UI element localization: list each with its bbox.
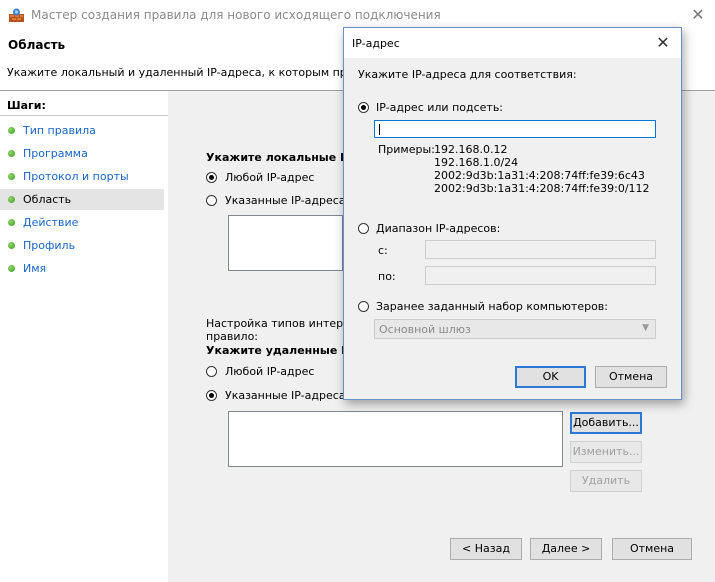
step-bullet-icon	[8, 127, 15, 134]
interface-types-text-2: правило:	[206, 330, 259, 343]
delete-ip-button[interactable]: Удалить	[570, 470, 642, 492]
range-from-input[interactable]	[425, 240, 656, 259]
step-label: Профиль	[23, 239, 76, 252]
range-radio[interactable]	[358, 223, 369, 234]
example-line: 192.168.1.0/24	[434, 156, 519, 169]
subnet-label: IP-адрес или подсеть:	[376, 101, 504, 114]
step-label: Имя	[23, 262, 47, 275]
local-ip-heading: Укажите локальные IP	[206, 151, 353, 164]
example-line: 2002:9d3b:1a31:4:208:74ff:fe39:6c43	[434, 169, 645, 182]
edit-ip-button[interactable]: Изменить...	[570, 441, 642, 463]
step-action[interactable]: Действие	[0, 212, 164, 233]
remote-specified-ip-radio[interactable]	[206, 390, 217, 401]
step-bullet-icon	[8, 219, 15, 226]
next-button[interactable]: Далее >	[530, 538, 602, 560]
step-bullet-icon	[8, 173, 15, 180]
step-protocol-ports[interactable]: Протокол и порты	[0, 166, 164, 187]
local-any-ip-radio[interactable]	[206, 172, 217, 183]
back-button[interactable]: < Назад	[450, 538, 522, 560]
add-ip-button[interactable]: Добавить...	[570, 412, 642, 434]
dialog-instruction: Укажите IP-адреса для соответствия:	[358, 68, 577, 81]
step-label: Действие	[23, 216, 79, 229]
step-label: Тип правила	[23, 124, 96, 137]
ip-address-dialog: IP-адрес ✕ Укажите IP-адреса для соответ…	[343, 27, 682, 400]
step-rule-type[interactable]: Тип правила	[0, 120, 164, 141]
text-caret	[379, 124, 380, 135]
remote-ip-heading: Укажите удаленные IP	[206, 344, 354, 357]
steps-divider	[0, 115, 168, 116]
window-close-icon[interactable]: ✕	[688, 5, 708, 25]
examples-label: Примеры:	[378, 143, 435, 156]
remote-specified-ip-label: Указанные IP-адреса:	[225, 389, 350, 402]
firewall-icon	[9, 8, 24, 22]
predefined-value: Основной шлюз	[379, 323, 471, 336]
dialog-cancel-button[interactable]: Отмена	[595, 366, 667, 388]
page-title: Область	[8, 38, 66, 52]
predefined-label: Заранее заданный набор компьютеров:	[376, 300, 608, 313]
dialog-title-bar: IP-адрес ✕	[344, 28, 681, 58]
predefined-select[interactable]: Основной шлюз ▼	[374, 319, 656, 339]
dialog-title: IP-адрес	[352, 37, 400, 50]
remote-ip-list[interactable]	[228, 411, 563, 467]
predefined-radio[interactable]	[358, 301, 369, 312]
local-specified-ip-radio[interactable]	[206, 195, 217, 206]
range-to-label: по:	[378, 270, 396, 283]
step-label: Область	[23, 193, 72, 206]
ok-button[interactable]: OK	[515, 366, 586, 388]
step-profile[interactable]: Профиль	[0, 235, 164, 256]
remote-any-ip-radio[interactable]	[206, 366, 217, 377]
subnet-input[interactable]	[374, 120, 656, 138]
step-program[interactable]: Программа	[0, 143, 164, 164]
steps-caption: Шаги:	[7, 99, 46, 112]
example-line: 192.168.0.12	[434, 143, 508, 156]
example-line: 2002:9d3b:1a31:4:208:74ff:fe39:0/112	[434, 182, 650, 195]
remote-any-ip-label: Любой IP-адрес	[225, 365, 315, 378]
range-to-input[interactable]	[425, 266, 656, 285]
step-bullet-icon	[8, 150, 15, 157]
steps-panel: Шаги: Тип правила Программа Протокол и п…	[0, 91, 168, 582]
chevron-down-icon: ▼	[642, 323, 649, 333]
step-label: Программа	[23, 147, 88, 160]
step-bullet-icon	[8, 196, 15, 203]
range-label: Диапазон IP-адресов:	[376, 222, 501, 235]
title-bar: Мастер создания правила для нового исход…	[0, 0, 715, 30]
window-title: Мастер создания правила для нового исход…	[31, 8, 441, 22]
local-any-ip-label: Любой IP-адрес	[225, 171, 315, 184]
step-bullet-icon	[8, 242, 15, 249]
cancel-button[interactable]: Отмена	[612, 538, 692, 560]
step-name[interactable]: Имя	[0, 258, 164, 279]
local-specified-ip-label: Указанные IP-адреса:	[225, 194, 350, 207]
dialog-close-icon[interactable]: ✕	[653, 33, 673, 53]
step-scope[interactable]: Область	[0, 189, 164, 210]
step-bullet-icon	[8, 265, 15, 272]
subnet-radio[interactable]	[358, 102, 369, 113]
range-from-label: с:	[378, 244, 388, 257]
local-ip-list[interactable]	[228, 215, 343, 271]
step-label: Протокол и порты	[23, 170, 129, 183]
